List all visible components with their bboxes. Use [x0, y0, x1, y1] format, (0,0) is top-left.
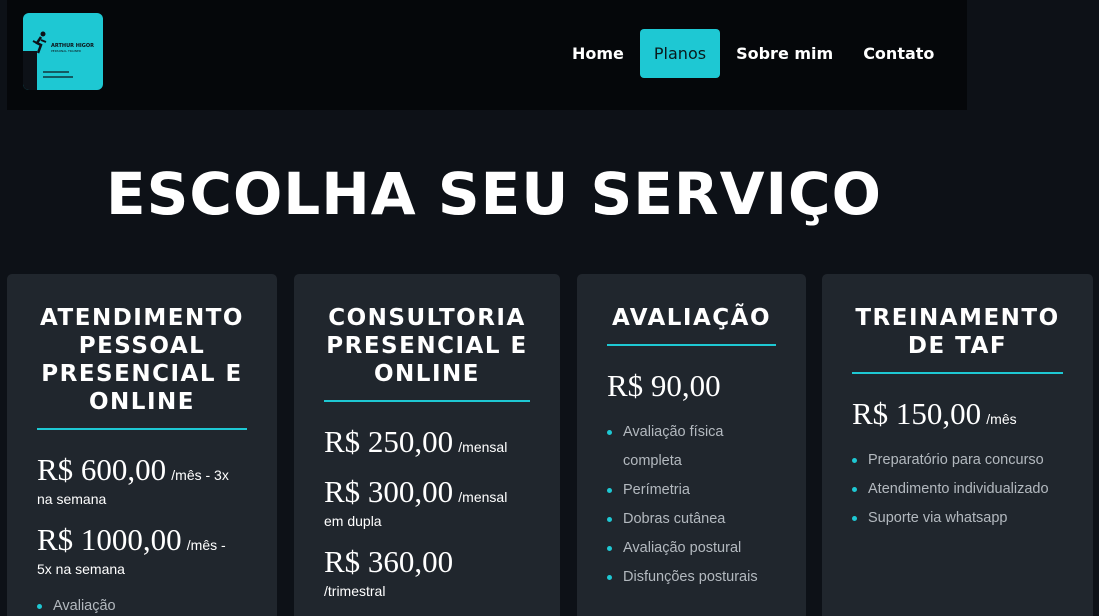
price-unit-line: /trimestral: [324, 583, 386, 599]
price: R$ 360,00: [324, 544, 454, 579]
price-unit-line: 5x na semana: [37, 561, 125, 577]
service-card-taf: TREINAMENTO DE TAF R$ 150,00 /mês Prepar…: [822, 274, 1093, 616]
nav-planos[interactable]: Planos: [639, 29, 721, 78]
price-block: R$ 1000,00 /mês - 5x na semana: [37, 522, 247, 578]
feature-item: Atendimento individualizado: [852, 475, 1063, 504]
price-block: R$ 90,00: [607, 368, 776, 404]
logo-shadow: [23, 51, 37, 90]
feature-item: Perímetria: [607, 476, 776, 505]
feature-item: Avaliação: [37, 592, 247, 616]
service-card-avaliacao: AVALIAÇÃO R$ 90,00 Avaliação física comp…: [577, 274, 806, 616]
nav-contato[interactable]: Contato: [849, 29, 948, 78]
feature-item: Disfunções posturais: [607, 563, 776, 592]
card-title: AVALIAÇÃO: [607, 304, 776, 346]
feature-list: Avaliação física completa Perímetria Dob…: [607, 418, 776, 592]
feature-list: Avaliação: [37, 592, 247, 616]
price-block: R$ 250,00 /mensal: [324, 424, 530, 460]
runner-icon: [32, 31, 47, 54]
price-block: R$ 150,00 /mês: [852, 396, 1063, 432]
feature-item: Dobras cutânea: [607, 505, 776, 534]
price: R$ 600,00: [37, 452, 167, 487]
price: R$ 300,00: [324, 474, 454, 509]
card-title: ATENDIMENTO PESSOAL PRESENCIAL E ONLINE: [37, 304, 247, 430]
main-nav: Home Planos Sobre mim Contato: [558, 29, 948, 78]
logo-subtitle: PERSONAL TRAINER: [51, 49, 81, 53]
price-unit: /mês -: [186, 537, 226, 553]
feature-list: Preparatório para concurso Atendimento i…: [852, 446, 1063, 533]
logo-contact-line: [43, 71, 69, 73]
page-title: ESCOLHA SEU SERVIÇO: [106, 160, 882, 228]
service-card-consultoria: CONSULTORIA PRESENCIAL E ONLINE R$ 250,0…: [294, 274, 560, 616]
site-header: ARTHUR HIGOR PERSONAL TRAINER Home Plano…: [7, 0, 967, 110]
price: R$ 250,00: [324, 424, 454, 459]
price-unit: /mês - 3x: [171, 467, 229, 483]
feature-item: Avaliação física completa: [607, 418, 776, 476]
price-unit-line: na semana: [37, 491, 107, 507]
price-block: R$ 360,00 /trimestral: [324, 544, 530, 600]
price-unit-line: em dupla: [324, 513, 382, 529]
logo[interactable]: ARTHUR HIGOR PERSONAL TRAINER: [23, 13, 103, 90]
price-unit: /mensal: [458, 439, 508, 455]
price-unit: /mês: [986, 411, 1017, 427]
price: R$ 90,00: [607, 368, 721, 403]
feature-item: Preparatório para concurso: [852, 446, 1063, 475]
price-unit: /mensal: [458, 489, 508, 505]
price: R$ 150,00: [852, 396, 982, 431]
nav-home[interactable]: Home: [558, 29, 638, 78]
price-block: R$ 600,00 /mês - 3x na semana: [37, 452, 247, 508]
nav-sobre-mim[interactable]: Sobre mim: [722, 29, 847, 78]
card-title: CONSULTORIA PRESENCIAL E ONLINE: [324, 304, 530, 402]
service-card-atendimento: ATENDIMENTO PESSOAL PRESENCIAL E ONLINE …: [7, 274, 277, 616]
logo-contact-line: [43, 76, 73, 78]
price: R$ 1000,00: [37, 522, 182, 557]
card-title: TREINAMENTO DE TAF: [852, 304, 1063, 374]
feature-item: Suporte via whatsapp: [852, 504, 1063, 533]
feature-item: Avaliação postural: [607, 534, 776, 563]
price-block: R$ 300,00 /mensal em dupla: [324, 474, 530, 530]
